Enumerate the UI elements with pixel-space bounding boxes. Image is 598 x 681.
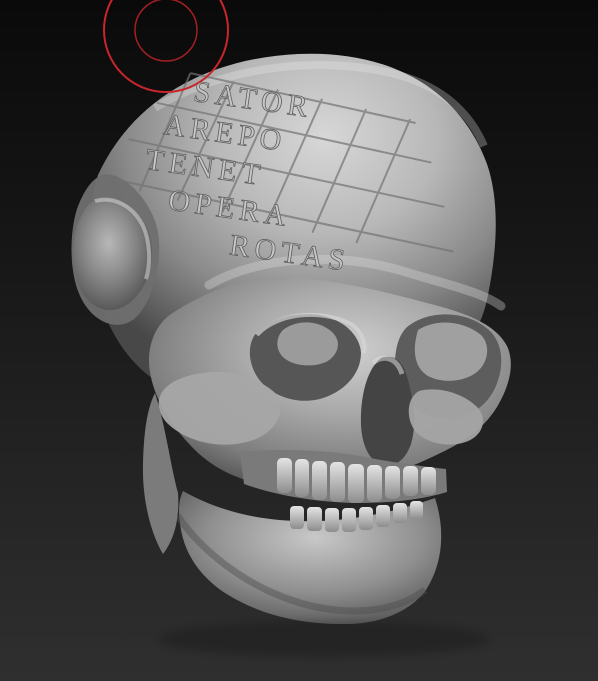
sculpt-viewport[interactable]: SATOR AREPO TENET OPERA ROTAS	[0, 0, 598, 681]
skull-model[interactable]: SATOR AREPO TENET OPERA ROTAS	[0, 0, 598, 681]
brush-cursor-icon[interactable]	[102, 0, 230, 94]
floor-shadow	[159, 621, 489, 657]
